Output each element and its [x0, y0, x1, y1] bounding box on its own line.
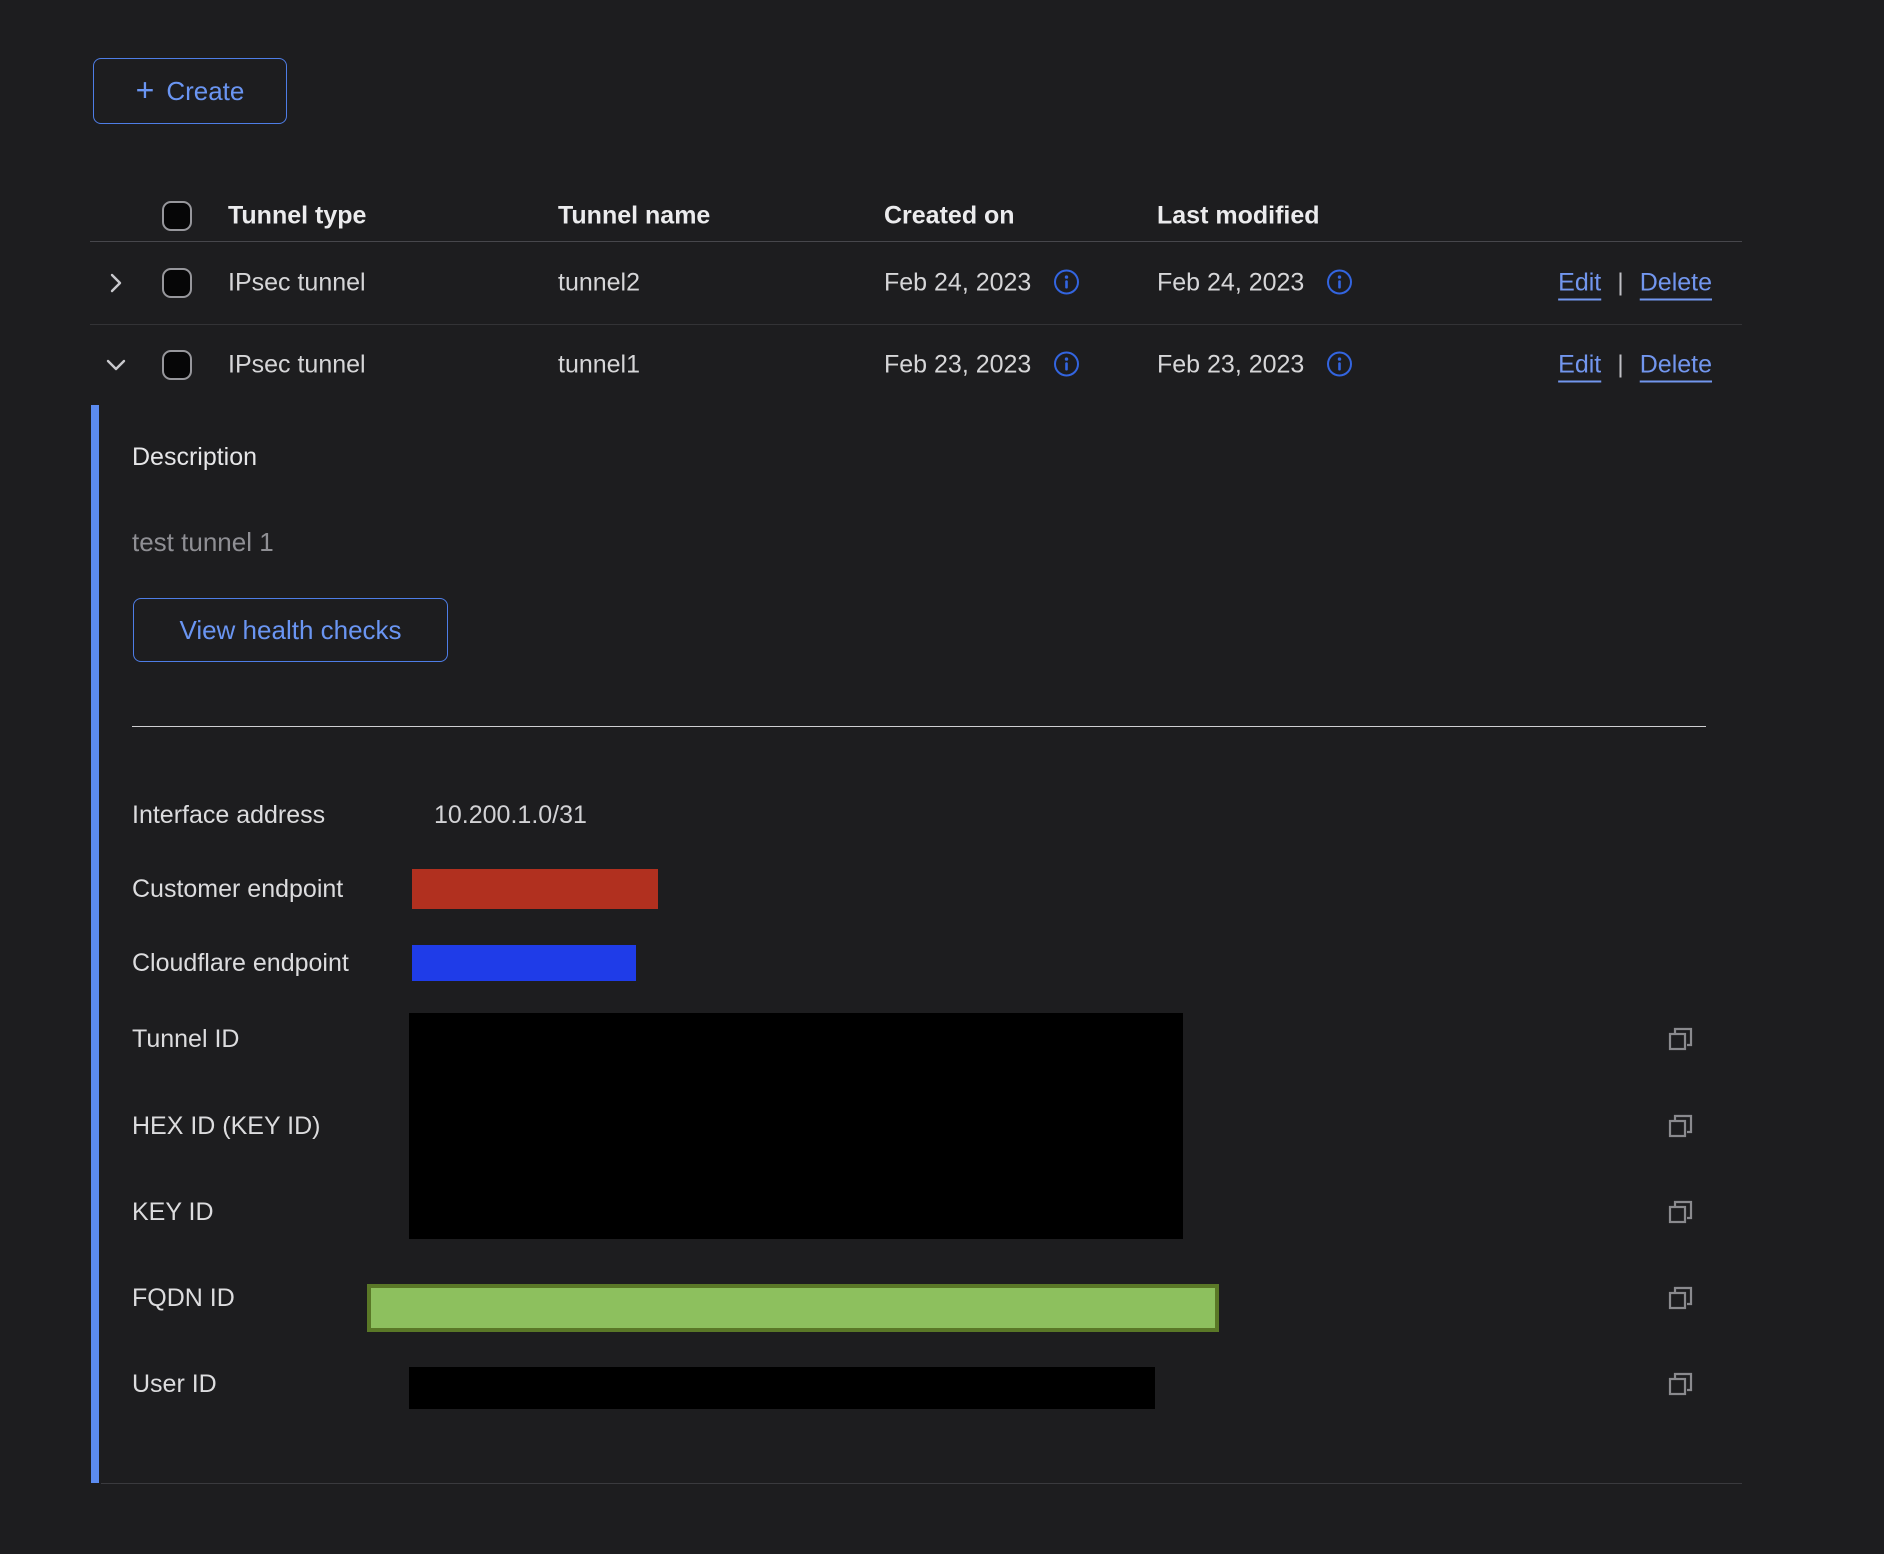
- info-icon[interactable]: [1326, 269, 1354, 297]
- description-value: test tunnel 1: [132, 527, 274, 558]
- select-all-checkbox[interactable]: [162, 201, 192, 231]
- copy-icon: [1664, 1196, 1696, 1228]
- create-button[interactable]: + Create: [93, 58, 287, 124]
- column-header-tunnel-type: Tunnel type: [228, 201, 366, 230]
- interface-address-value: 10.200.1.0/31: [434, 797, 587, 833]
- plus-icon: +: [136, 74, 155, 106]
- edit-link[interactable]: Edit: [1558, 268, 1601, 297]
- copy-tunnel-id-button[interactable]: [1664, 1023, 1698, 1057]
- cloudflare-endpoint-label: Cloudflare endpoint: [132, 945, 349, 981]
- copy-fqdn-id-button[interactable]: [1664, 1282, 1698, 1316]
- copy-icon: [1664, 1368, 1696, 1400]
- row-checkbox[interactable]: [162, 350, 192, 380]
- table-row: IPsec tunnel tunnel2 Feb 24, 2023 Feb 24…: [90, 241, 1742, 325]
- tunnel-name-cell: tunnel1: [558, 350, 640, 379]
- column-header-created-on: Created on: [884, 201, 1015, 230]
- delete-link[interactable]: Delete: [1640, 350, 1712, 379]
- collapse-row-button[interactable]: [102, 351, 130, 379]
- key-id-label: KEY ID: [132, 1194, 214, 1230]
- info-icon[interactable]: [1326, 351, 1354, 379]
- hex-id-label: HEX ID (KEY ID): [132, 1108, 320, 1144]
- interface-address-label: Interface address: [132, 797, 325, 833]
- view-health-checks-button[interactable]: View health checks: [133, 598, 448, 662]
- chevron-down-icon: [104, 353, 128, 377]
- last-modified-cell: Feb 23, 2023: [1157, 350, 1354, 379]
- copy-icon: [1664, 1110, 1696, 1142]
- row-checkbox[interactable]: [162, 268, 192, 298]
- expand-row-button[interactable]: [102, 269, 130, 297]
- row-actions: Edit | Delete: [1558, 268, 1712, 297]
- fqdn-id-label: FQDN ID: [132, 1280, 235, 1316]
- details-divider: [132, 726, 1706, 727]
- created-on-cell: Feb 23, 2023: [884, 350, 1081, 379]
- tunnel-type-cell: IPsec tunnel: [228, 350, 366, 379]
- column-header-tunnel-name: Tunnel name: [558, 201, 710, 230]
- cloudflare-endpoint-redaction: [412, 945, 636, 981]
- description-label: Description: [132, 443, 257, 472]
- customer-endpoint-redaction: [412, 869, 658, 909]
- tunnels-page: + Create Tunnel type Tunnel name Created…: [0, 0, 1884, 1554]
- row-actions: Edit | Delete: [1558, 350, 1712, 379]
- created-on-date: Feb 24, 2023: [884, 268, 1031, 297]
- fqdn-id-redaction: [367, 1284, 1219, 1332]
- info-icon[interactable]: [1053, 351, 1081, 379]
- column-header-last-modified: Last modified: [1157, 201, 1320, 230]
- link-separator: |: [1617, 268, 1624, 297]
- last-modified-cell: Feb 24, 2023: [1157, 268, 1354, 297]
- copy-key-id-button[interactable]: [1664, 1196, 1698, 1230]
- tunnel-name-cell: tunnel2: [558, 268, 640, 297]
- last-modified-date: Feb 23, 2023: [1157, 350, 1304, 379]
- user-id-label: User ID: [132, 1366, 217, 1402]
- copy-hex-id-button[interactable]: [1664, 1110, 1698, 1144]
- table-row: IPsec tunnel tunnel1 Feb 23, 2023 Feb 23…: [90, 324, 1742, 405]
- tunnel-type-cell: IPsec tunnel: [228, 268, 366, 297]
- copy-user-id-button[interactable]: [1664, 1368, 1698, 1402]
- ids-redaction-block: [409, 1013, 1183, 1239]
- chevron-right-icon: [104, 271, 128, 295]
- copy-icon: [1664, 1282, 1696, 1314]
- info-icon[interactable]: [1053, 269, 1081, 297]
- table-header-row: Tunnel type Tunnel name Created on Last …: [90, 190, 1742, 242]
- expanded-row-bottom-divider: [101, 1483, 1742, 1484]
- link-separator: |: [1617, 350, 1624, 379]
- created-on-date: Feb 23, 2023: [884, 350, 1031, 379]
- created-on-cell: Feb 24, 2023: [884, 268, 1081, 297]
- delete-link[interactable]: Delete: [1640, 268, 1712, 297]
- user-id-redaction: [409, 1367, 1155, 1409]
- customer-endpoint-label: Customer endpoint: [132, 871, 343, 907]
- copy-icon: [1664, 1023, 1696, 1055]
- tunnel-id-label: Tunnel ID: [132, 1021, 239, 1057]
- create-button-label: Create: [166, 76, 244, 107]
- last-modified-date: Feb 24, 2023: [1157, 268, 1304, 297]
- expanded-row-accent-bar: [91, 405, 99, 1483]
- edit-link[interactable]: Edit: [1558, 350, 1601, 379]
